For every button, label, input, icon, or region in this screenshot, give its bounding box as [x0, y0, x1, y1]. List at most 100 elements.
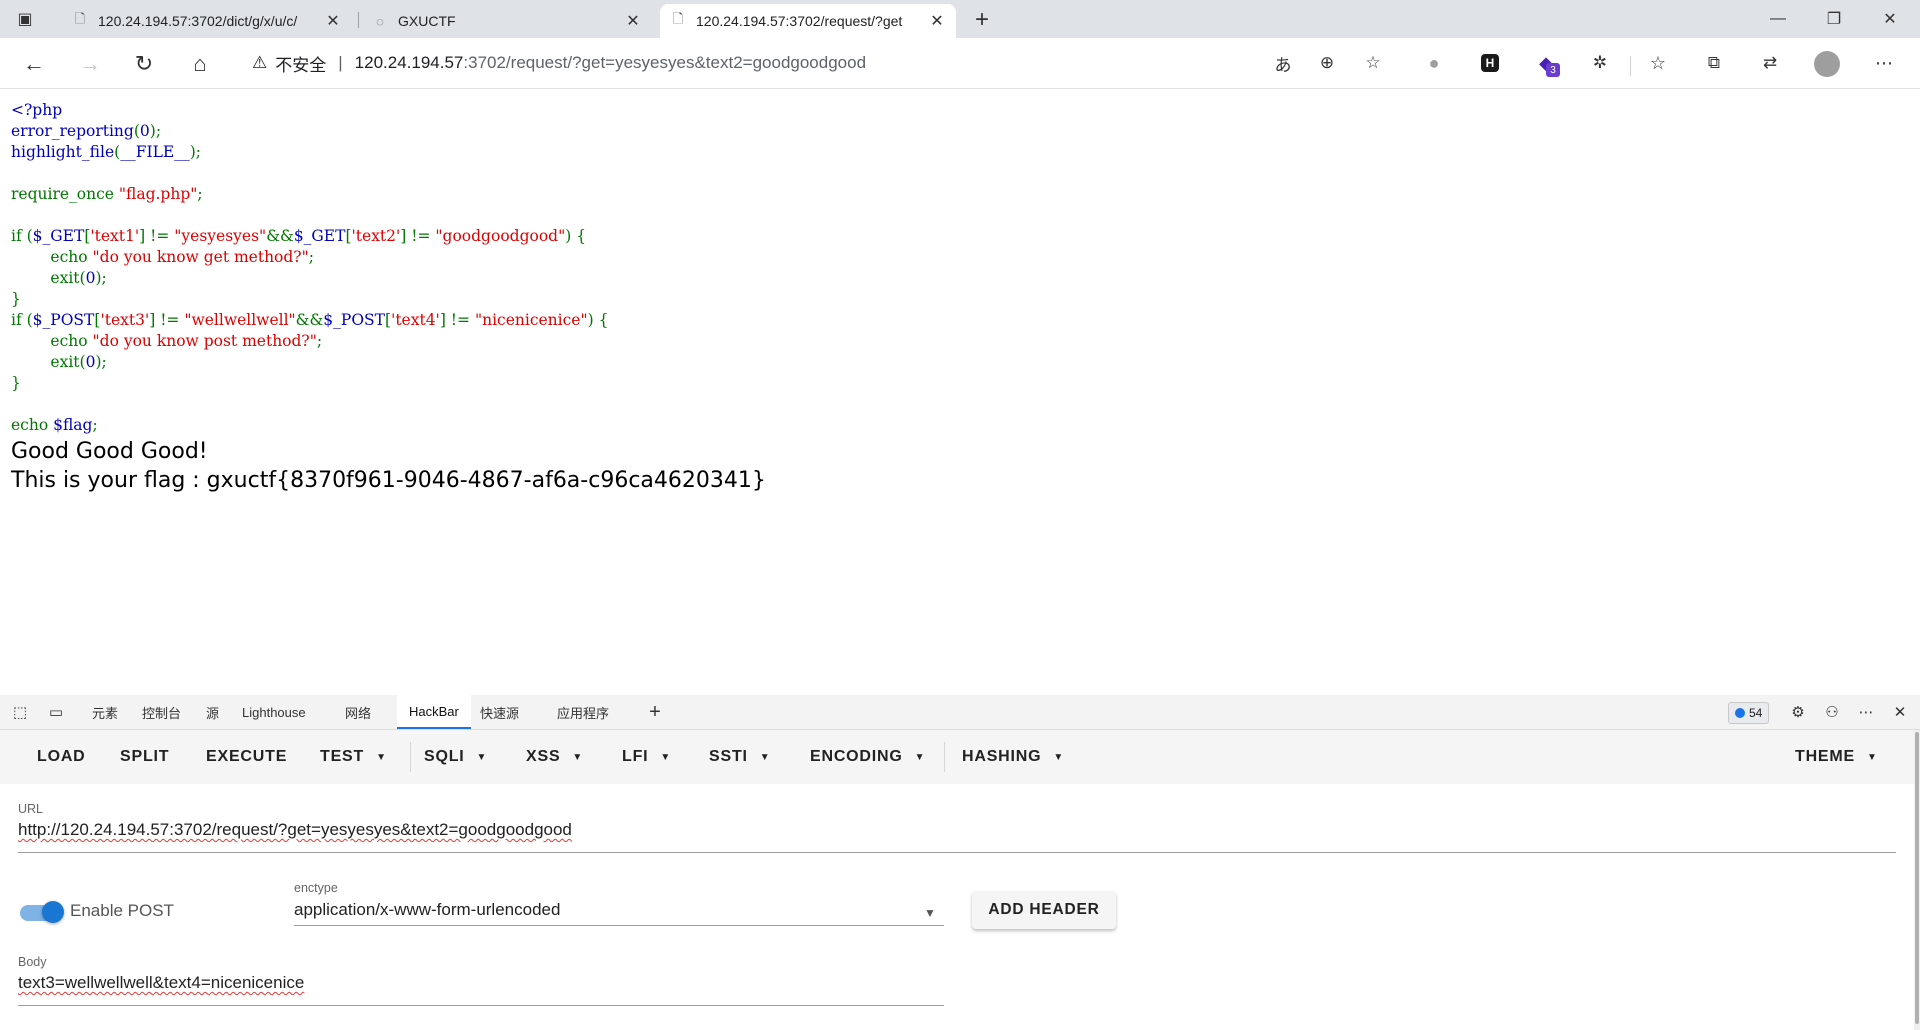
hashing-menu[interactable]: HASHING ▼ — [962, 730, 1064, 784]
new-tab-button[interactable]: + — [968, 6, 996, 34]
code-token: if ( — [11, 311, 33, 329]
globe-icon: ◌ — [376, 13, 384, 29]
body-input[interactable]: text3=wellwellwell&text4=nicenicenice — [18, 973, 304, 993]
favorites-icon[interactable]: ☆ — [1646, 51, 1670, 75]
devtools-more-icon[interactable]: ⋯ — [1856, 702, 1876, 722]
restore-icon[interactable]: ❐ — [1806, 0, 1862, 38]
encoding-label: ENCODING — [810, 748, 903, 765]
sqli-menu[interactable]: SQLI ▼ — [424, 730, 487, 784]
devtools-tab-hackbar[interactable]: HackBar — [397, 695, 471, 729]
body-underline — [18, 1005, 944, 1006]
tab-title: GXUCTF — [398, 13, 456, 29]
translate-icon[interactable]: あ — [1270, 50, 1296, 76]
body-text: text3=wellwellwell&text4=nicenicenice — [18, 973, 305, 992]
code-token: require_once — [11, 185, 119, 203]
theme-menu[interactable]: THEME ▼ — [1795, 730, 1878, 784]
sync-icon[interactable]: ⇄ — [1758, 51, 1782, 75]
code-token: 'text1' — [90, 227, 140, 245]
load-button[interactable]: LOAD — [37, 730, 86, 784]
test-label: TEST — [320, 748, 365, 765]
inspect-element-icon[interactable]: ⬚ — [10, 702, 30, 722]
hackbar-scroll-thumb[interactable] — [1915, 732, 1919, 1024]
add-header-button[interactable]: ADD HEADER — [972, 891, 1116, 929]
code-line: } — [11, 373, 608, 394]
add-tab-icon[interactable]: + — [645, 701, 665, 723]
xss-menu[interactable]: XSS ▼ — [526, 730, 583, 784]
menu-divider — [944, 742, 945, 772]
reload-button[interactable]: ↻ — [128, 48, 160, 80]
code-token: <?php — [11, 101, 63, 119]
devtools-tab-sources[interactable]: 源 — [206, 695, 219, 729]
devtools-tab-application[interactable]: 应用程序 — [557, 695, 609, 729]
code-token: $flag — [53, 416, 93, 434]
tab-title: 120.24.194.57:3702/dict/g/x/u/c/ — [98, 13, 298, 29]
tab-title: 120.24.194.57:3702/request/?get — [696, 13, 903, 29]
devtools-close-icon[interactable]: ✕ — [1890, 702, 1910, 722]
url-path: :3702/request/?get=yesyesyes&text2=goodg… — [463, 53, 867, 72]
issues-badge[interactable]: 54 — [1728, 702, 1770, 724]
caret-down-icon: ▼ — [572, 751, 584, 763]
tab-actions-icon[interactable]: ▣ — [14, 8, 36, 30]
code-token: ] != — [439, 311, 475, 329]
forward-button[interactable]: → — [74, 48, 106, 80]
devtools-tab-console[interactable]: 控制台 — [142, 695, 181, 729]
code-token: "goodgoodgood" — [435, 227, 566, 245]
test-menu[interactable]: TEST ▼ — [320, 730, 387, 784]
code-token: ) { — [587, 311, 609, 329]
window-close-icon[interactable]: ✕ — [1862, 0, 1918, 38]
hackbar-menu: LOAD SPLIT EXECUTE TEST ▼ SQLI ▼ XSS ▼ LFI ▼… — [0, 730, 1916, 784]
enable-post-label: Enable POST — [70, 901, 174, 920]
output-flag: This is your flag : gxuctf{8370f961-9046… — [11, 468, 766, 493]
caret-down-icon: ▼ — [660, 751, 672, 763]
minimize-icon[interactable]: — — [1750, 0, 1806, 38]
code-token: 'text4' — [391, 311, 440, 329]
browser-tab-dict[interactable]: 🗋 120.24.194.57:3702/dict/g/x/u/c/ ✕ — [62, 4, 352, 38]
ssti-menu[interactable]: SSTI ▼ — [709, 730, 770, 784]
url-input[interactable]: http://120.24.194.57:3702/request/?get=y… — [18, 820, 572, 840]
code-token: "do you know post method?" — [92, 332, 317, 350]
zoom-icon[interactable]: ⊕ — [1314, 50, 1340, 76]
add-favorite-icon[interactable]: ☆ — [1360, 50, 1386, 76]
devtools-tab-network[interactable]: 网络 — [345, 695, 371, 729]
body-label: Body — [18, 955, 47, 969]
device-emulation-icon[interactable]: ▭ — [46, 702, 66, 722]
extensions-puzzle-icon[interactable]: ✲ — [1588, 51, 1612, 75]
caret-down-icon: ▼ — [759, 751, 771, 763]
warning-icon[interactable]: ⚠ — [252, 53, 267, 73]
enctype-select[interactable]: application/x-www-form-urlencoded — [294, 900, 560, 920]
code-line: echo $flag; — [11, 415, 608, 436]
code-token: highlight_file — [11, 143, 115, 161]
home-button[interactable]: ⌂ — [184, 48, 216, 80]
devtools-tab-bar: ⬚ ▭ 元素 控制台 源 Lighthouse 网络 HackBar 快速源 应… — [0, 695, 1920, 730]
code-token: ); — [189, 143, 201, 161]
devtools-tab-quick-source[interactable]: 快速源 — [480, 695, 519, 729]
collections-icon[interactable]: ⧉ — [1702, 51, 1726, 75]
devtools-tab-lighthouse[interactable]: Lighthouse — [242, 695, 306, 729]
lfi-menu[interactable]: LFI ▼ — [622, 730, 671, 784]
split-button[interactable]: SPLIT — [120, 730, 169, 784]
code-token: ); — [149, 122, 162, 140]
execute-button[interactable]: EXECUTE — [206, 730, 287, 784]
more-menu-icon[interactable]: ⋯ — [1872, 51, 1896, 75]
browser-tab-gxuctf[interactable]: ◌ GXUCTF ✕ — [362, 4, 652, 38]
close-icon[interactable]: ✕ — [928, 12, 946, 30]
browser-tab-request[interactable]: 🗋 120.24.194.57:3702/request/?get ✕ — [660, 4, 956, 38]
connect-icon[interactable]: ⚇ — [1822, 702, 1842, 722]
encoding-menu[interactable]: ENCODING ▼ — [810, 730, 925, 784]
code-token: $_GET — [293, 227, 346, 245]
back-button[interactable]: ← — [18, 48, 50, 80]
caret-down-icon[interactable]: ▼ — [924, 906, 936, 920]
devtools-tab-elements[interactable]: 元素 — [92, 695, 118, 729]
address-bar[interactable]: ⚠ 不安全 | 120.24.194.57:3702/request/?get=… — [236, 46, 1388, 80]
hackbar-extension-icon[interactable]: H — [1478, 51, 1502, 75]
code-token: ; — [92, 416, 98, 434]
profile-avatar[interactable] — [1814, 51, 1840, 77]
settings-gear-icon[interactable]: ⚙ — [1788, 702, 1808, 722]
extension-cube-icon[interactable]: ◆ 3 — [1534, 51, 1560, 77]
security-label[interactable]: 不安全 — [275, 51, 326, 76]
enable-post-toggle-knob[interactable] — [42, 901, 64, 923]
extension-circle-icon[interactable]: ● — [1422, 51, 1446, 75]
close-icon[interactable]: ✕ — [624, 12, 642, 30]
output-greeting: Good Good Good! — [11, 439, 208, 464]
close-icon[interactable]: ✕ — [324, 12, 342, 30]
